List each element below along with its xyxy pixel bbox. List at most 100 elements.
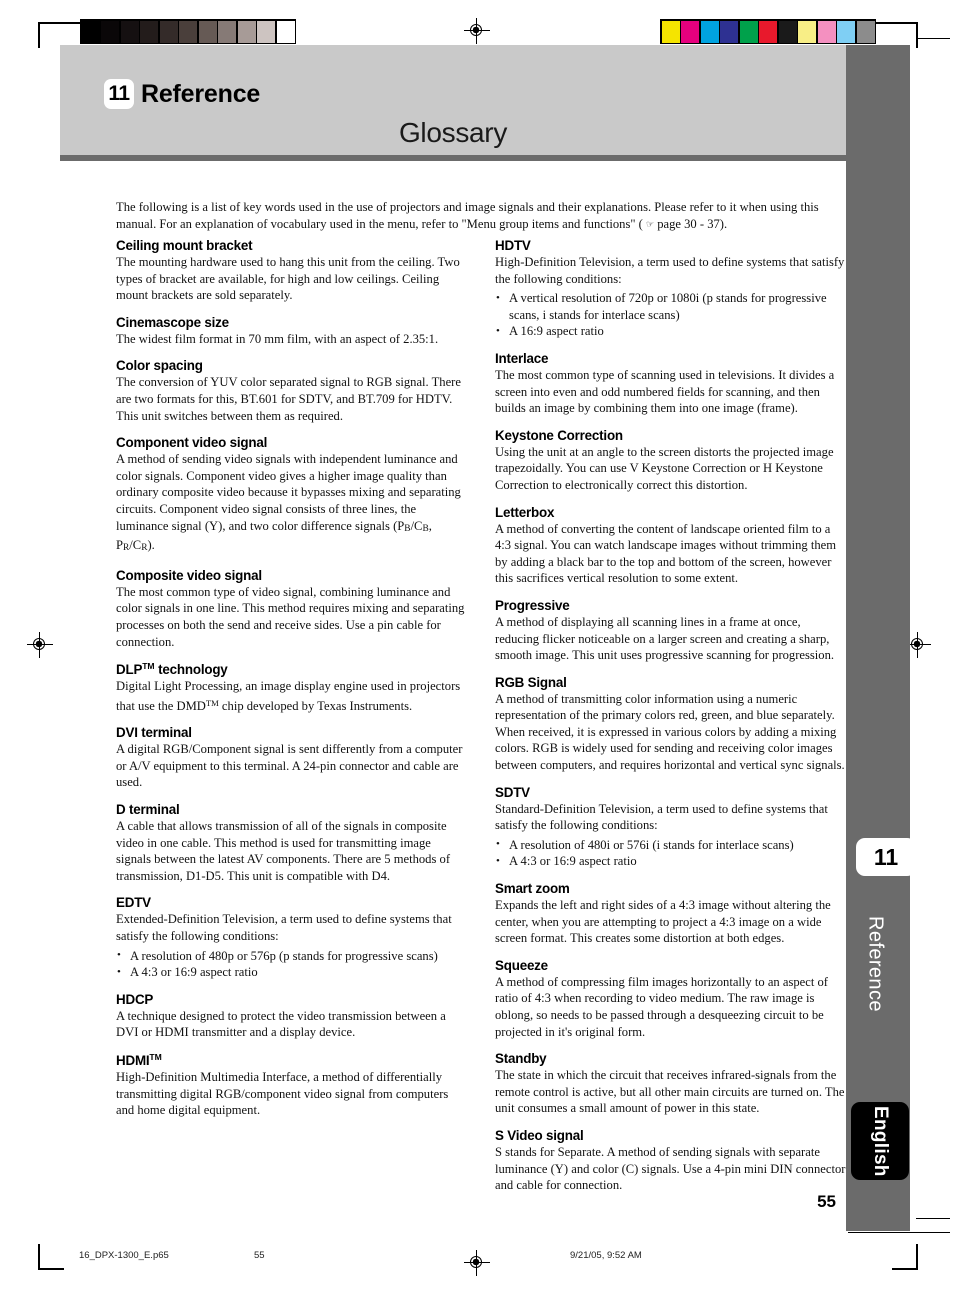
glossary-definition: The most common type of video signal, co… — [116, 584, 467, 650]
definition-text: High-Definition Multimedia Interface, a … — [116, 1070, 449, 1118]
color-swatch — [179, 20, 197, 43]
definition-text: A method of displaying all scanning line… — [495, 614, 835, 663]
glossary-term: Squeeze — [495, 958, 846, 973]
definition-text: A method of sending video signals with i… — [116, 452, 461, 533]
glossary-term: Composite video signal — [116, 568, 467, 583]
glossary-definition: The most common type of scanning used in… — [495, 367, 846, 417]
definition-text: The most common type of video signal, co… — [116, 584, 465, 649]
chapter-tag: 11 Reference — [104, 79, 260, 109]
glossary-entry: Color spacing The conversion of YUV color… — [116, 358, 467, 424]
color-swatch — [700, 20, 719, 43]
glossary-definition: Standard-Definition Television, a term u… — [495, 801, 846, 834]
crop-mark-bottom-left-h — [38, 1268, 64, 1270]
rail-chapter-label-text: Reference — [864, 916, 887, 1012]
glossary-definition: Digital Light Processing, an image displ… — [116, 678, 467, 714]
glossary-term-text: Squeeze — [495, 957, 548, 973]
glossary-entry: S Video signal S stands for Separate. A m… — [495, 1128, 846, 1194]
glossary-term-text: Progressive — [495, 597, 570, 613]
glossary-term: Cinemascope size — [116, 315, 467, 330]
glossary-entry: Squeeze A method of compressing film imag… — [495, 958, 846, 1040]
crop-rule-bottom-right — [848, 1232, 950, 1234]
glossary-term-text: Interlace — [495, 350, 549, 366]
color-swatch — [739, 20, 758, 43]
color-swatch — [661, 20, 680, 43]
crop-rule-right-lower — [916, 1218, 950, 1220]
color-swatch — [218, 20, 236, 43]
glossary-definition: The mounting hardware used to hang this … — [116, 254, 467, 304]
definition-text: Extended-Definition Television, a term u… — [116, 912, 452, 944]
definition-text: /C — [410, 518, 423, 533]
definition-text: Using the unit at an angle to the screen… — [495, 444, 834, 492]
glossary-term-text: DLP — [116, 662, 143, 678]
footer-file-name: 16_DPX-1300_E.p65 — [79, 1250, 169, 1261]
grayscale-control-strip — [80, 19, 296, 44]
definition-text: /C — [129, 538, 142, 553]
glossary-definition: Extended-Definition Television, a term u… — [116, 911, 467, 944]
chapter-number-badge: 11 — [104, 79, 134, 109]
color-swatch — [101, 20, 119, 43]
definition-text: Expands the left and right sides of a 4:… — [495, 898, 831, 946]
glossary-term-text: Standby — [495, 1051, 547, 1067]
pointing-hand-icon: ☞ — [645, 219, 655, 230]
glossary-term: HDTV — [495, 238, 846, 253]
definition-text: The widest film format in 70 mm film, wi… — [116, 331, 439, 346]
glossary-term-text: HDTV — [495, 238, 531, 253]
glossary-entry: Ceiling mount bracket The mounting hardwa… — [116, 238, 467, 304]
color-swatch — [276, 20, 295, 43]
glossary-term: Color spacing — [116, 358, 467, 373]
glossary-definition: A technique designed to protect the vide… — [116, 1008, 467, 1041]
page-title: Glossary — [398, 117, 508, 148]
color-control-strip — [660, 19, 876, 44]
glossary-term-text: HDCP — [116, 991, 154, 1007]
glossary-entry: Cinemascope size The widest film format i… — [116, 315, 467, 348]
glossary-term: DVI terminal — [116, 725, 467, 740]
color-swatch — [759, 20, 777, 43]
glossary-entry: HDCP A technique designed to protect the … — [116, 992, 467, 1041]
glossary-term-text: SDTV — [495, 784, 530, 800]
color-swatch — [837, 20, 855, 43]
glossary-column-right: HDTV High-Definition Television, a term u… — [495, 238, 846, 1205]
glossary-definition: Expands the left and right sides of a 4:… — [495, 897, 846, 947]
trademark-mark: TM — [149, 1052, 162, 1062]
intro-paragraph: The following is a list of key words use… — [116, 199, 834, 234]
definition-text: S stands for Separate. A method of sendi… — [495, 1144, 846, 1193]
glossary-term-text: Letterbox — [495, 504, 555, 520]
glossary-term: D terminal — [116, 802, 467, 817]
glossary-term-text: Composite video signal — [116, 567, 262, 583]
crop-mark-bottom-right-h — [892, 1268, 918, 1270]
crop-mark-bottom-left-v — [38, 1244, 40, 1270]
trademark-mark: TM — [205, 697, 219, 708]
glossary-term: Standby — [495, 1051, 846, 1066]
color-swatch — [856, 20, 875, 43]
color-swatch — [120, 20, 139, 43]
glossary-entry: EDTV Extended-Definition Television, a te… — [116, 895, 467, 980]
glossary-term: Smart zoom — [495, 881, 846, 896]
glossary-entry: RGB Signal A method of transmitting color… — [495, 675, 846, 774]
glossary-definition: A method of sending video signals with i… — [116, 451, 467, 557]
glossary-entry: Keystone Correction Using the unit at an … — [495, 428, 846, 494]
definition-text: High-Definition Television, a term used … — [495, 255, 845, 286]
footer-page-marker: 55 — [254, 1250, 265, 1261]
definition-bullet-list: A vertical resolution of 720p or 1080i (… — [495, 290, 846, 340]
definition-text: The conversion of YUV color separated si… — [116, 375, 461, 423]
glossary-term-text: Component video signal — [116, 435, 268, 451]
glossary-term-text: DVI terminal — [116, 725, 192, 741]
glossary-term: RGB Signal — [495, 675, 846, 690]
header-underline — [60, 155, 846, 161]
definition-text: A digital RGB/Component signal is sent d… — [116, 742, 463, 790]
glossary-definition: The conversion of YUV color separated si… — [116, 374, 467, 424]
color-swatch — [681, 20, 699, 43]
glossary-term-text: EDTV — [116, 895, 151, 911]
definition-text: Standard-Definition Television, a term u… — [495, 801, 828, 833]
glossary-definition: A method of transmitting color informati… — [495, 691, 846, 774]
glossary-definition: A method of compressing film images hori… — [495, 974, 846, 1040]
glossary-definition: The state in which the circuit that rece… — [495, 1067, 846, 1117]
color-swatch — [778, 20, 797, 43]
rail-chapter-badge: 11 — [856, 838, 916, 876]
glossary-term: EDTV — [116, 895, 467, 910]
glossary-term: DLPTM technology — [116, 661, 467, 677]
crop-mark-top-left-v — [38, 22, 40, 48]
glossary-entry: Component video signal A method of sendin… — [116, 435, 467, 557]
glossary-term-text: Ceiling mount bracket — [116, 238, 253, 253]
intro-text-after: page 30 - 37). — [654, 216, 728, 231]
